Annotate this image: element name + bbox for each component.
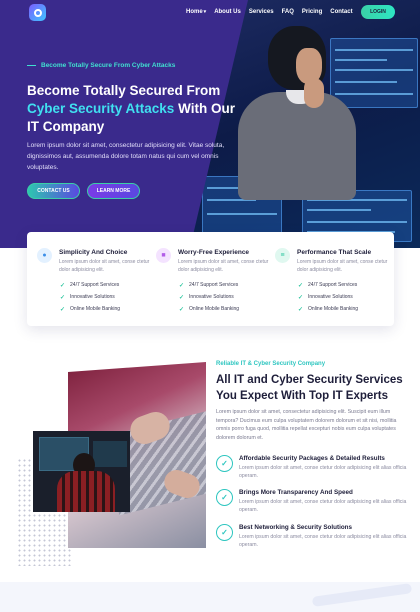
feature-list: ✓ 24/7 Support Services ✓ Innovative Solut… bbox=[60, 279, 120, 315]
nav-item-faq[interactable]: FAQ bbox=[282, 9, 294, 15]
list-item: ✓ Innovative Solutions bbox=[298, 294, 353, 301]
check-icon: ✓ bbox=[179, 282, 185, 289]
contact-us-button[interactable]: CONTACT US bbox=[27, 183, 80, 199]
hero-eyebrow: Become Totally Secure From Cyber Attacks bbox=[27, 62, 175, 69]
feature-description: Lorem ipsum dolor sit amet, conse ctetur… bbox=[178, 259, 269, 273]
feature-title: Simplicity And Choice bbox=[59, 249, 128, 256]
about-item-description: Lorem ipsum dolor sit amet, conse ctetur… bbox=[239, 499, 407, 513]
hero-description: Lorem ipsum dolor sit amet, consectetur … bbox=[27, 142, 225, 171]
eyebrow-line bbox=[27, 64, 36, 67]
learn-more-button[interactable]: LEARN MORE bbox=[87, 183, 140, 199]
main-nav: Home About Us Services FAQ Pricing Conta… bbox=[186, 9, 353, 15]
feature-description: Lorem ipsum dolor sit amet, conse ctetur… bbox=[297, 259, 388, 273]
nav-item-about[interactable]: About Us bbox=[214, 9, 241, 15]
check-icon: ✓ bbox=[298, 306, 304, 313]
check-circle-icon: ✓ bbox=[216, 524, 233, 541]
list-item: ✓ Innovative Solutions bbox=[179, 294, 234, 301]
check-icon: ✓ bbox=[298, 294, 304, 301]
next-section-band bbox=[0, 582, 420, 612]
check-icon: ✓ bbox=[60, 306, 66, 313]
list-item: ✓ 24/7 Support Services bbox=[298, 282, 358, 289]
list-item: ✓ Online Mobile Banking bbox=[298, 306, 359, 313]
check-icon: ✓ bbox=[179, 294, 185, 301]
hero-title-part1: Become Totally Secured From bbox=[27, 83, 221, 98]
nav-item-services[interactable]: Services bbox=[249, 9, 274, 15]
monitor-screen bbox=[330, 38, 418, 108]
server-icon: ≡ bbox=[275, 248, 290, 263]
feature-description: Lorem ipsum dolor sit amet, conse ctetur… bbox=[59, 259, 150, 273]
about-item-title: Affordable Security Packages & Detailed … bbox=[239, 455, 385, 462]
feature-list: ✓ 24/7 Support Services ✓ Innovative Solut… bbox=[179, 279, 239, 315]
about-item-title: Brings More Transparency And Speed bbox=[239, 489, 353, 496]
feature-list: ✓ 24/7 Support Services ✓ Innovative Solut… bbox=[298, 279, 358, 315]
nav-item-contact[interactable]: Contact bbox=[330, 9, 352, 15]
person-figure bbox=[238, 92, 356, 200]
check-icon: ✓ bbox=[60, 282, 66, 289]
feature-title: Worry-Free Experience bbox=[178, 249, 250, 256]
about-item-title: Best Networking & Security Solutions bbox=[239, 524, 353, 531]
developer-photo bbox=[33, 431, 130, 512]
about-item-description: Lorem ipsum dolor sit amet, conse ctetur… bbox=[239, 534, 407, 548]
check-icon: ✓ bbox=[179, 306, 185, 313]
check-icon: ✓ bbox=[298, 282, 304, 289]
lock-icon: ■ bbox=[156, 248, 171, 263]
logo-icon[interactable] bbox=[29, 4, 46, 21]
check-circle-icon: ✓ bbox=[216, 455, 233, 472]
hero-eyebrow-text: Become Totally Secure From Cyber Attacks bbox=[41, 62, 176, 69]
shield-icon: ● bbox=[37, 248, 52, 263]
hero-title: Become Totally Secured From Cyber Securi… bbox=[27, 82, 237, 136]
list-item: ✓ 24/7 Support Services bbox=[179, 282, 239, 289]
login-button[interactable]: LOGIN bbox=[361, 5, 395, 19]
list-item: ✓ Online Mobile Banking bbox=[179, 306, 240, 313]
nav-item-home[interactable]: Home bbox=[186, 9, 206, 15]
hero-title-highlight: Cyber Security Attacks bbox=[27, 101, 175, 116]
hero-section: Home About Us Services FAQ Pricing Conta… bbox=[0, 0, 420, 248]
list-item: ✓ Innovative Solutions bbox=[60, 294, 115, 301]
features-card: ● Simplicity And Choice Lorem ipsum dolo… bbox=[27, 232, 394, 326]
feature-title: Performance That Scale bbox=[297, 249, 372, 256]
list-item: ✓ Online Mobile Banking bbox=[60, 306, 121, 313]
about-title: All IT and Cyber Security Services You E… bbox=[216, 374, 403, 402]
check-circle-icon: ✓ bbox=[216, 489, 233, 506]
check-icon: ✓ bbox=[60, 294, 66, 301]
nav-item-pricing[interactable]: Pricing bbox=[302, 9, 322, 15]
list-item: ✓ 24/7 Support Services bbox=[60, 282, 120, 289]
about-eyebrow: Reliable IT & Cyber Security Company bbox=[216, 361, 326, 367]
about-item-description: Lorem ipsum dolor sit amet, conse ctetur… bbox=[239, 465, 407, 479]
about-description: Lorem ipsum dolor sit amet, consectetur … bbox=[216, 409, 397, 441]
